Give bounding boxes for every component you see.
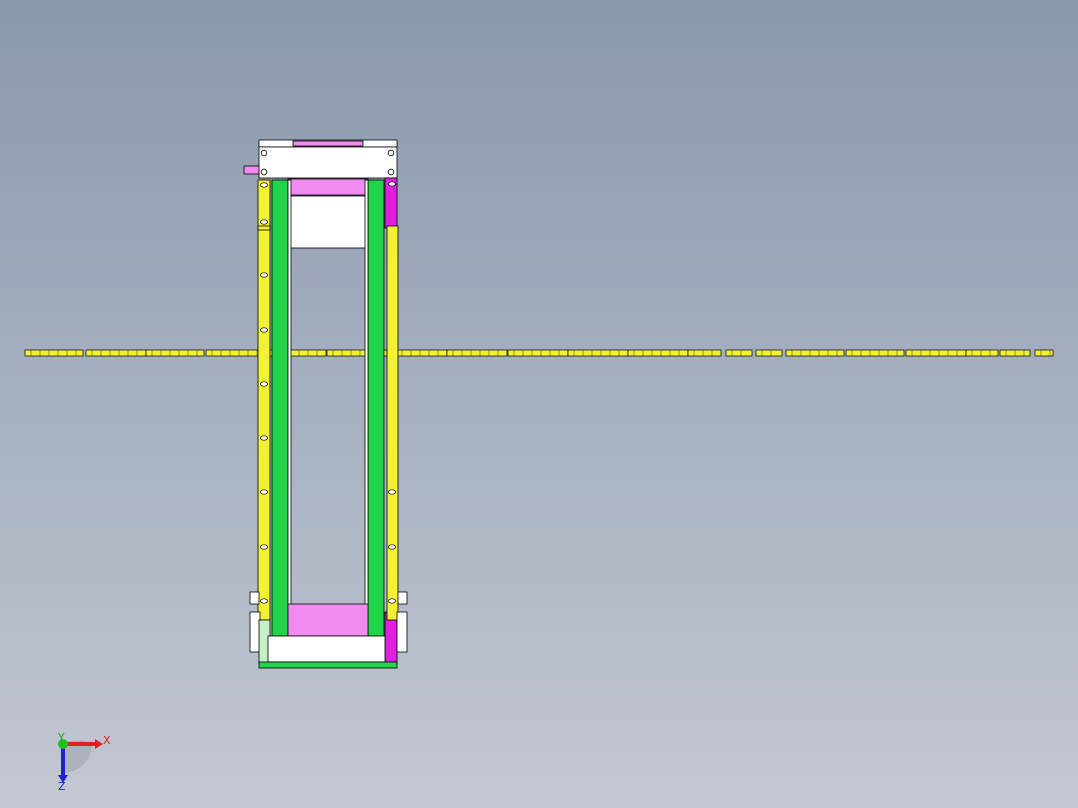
rail-segment[interactable] (1034, 349, 1054, 357)
right-belt-inner (364, 179, 369, 637)
rail-segment[interactable] (687, 349, 722, 357)
slot-hole-icon (388, 598, 396, 604)
slot-hole-icon (260, 182, 268, 188)
rail-segment[interactable] (785, 349, 845, 357)
conveyor-assembly[interactable] (243, 139, 408, 669)
right-belt[interactable] (367, 179, 385, 637)
left-frame-bevel (257, 225, 271, 231)
top-head-block[interactable] (258, 146, 398, 179)
slot-hole-icon (388, 489, 396, 495)
y-axis-label: Y (57, 731, 65, 744)
right-bottom-bracket[interactable] (396, 611, 408, 653)
drive-shaft-stub[interactable] (243, 165, 260, 175)
left-outer-frame[interactable] (257, 179, 271, 621)
z-axis-label: Z (58, 780, 66, 793)
rail-segment[interactable] (755, 349, 783, 357)
cad-canvas[interactable]: X Y Z (0, 0, 1078, 808)
rail-segment[interactable] (24, 349, 84, 357)
rail-segment[interactable] (845, 349, 905, 357)
rail-segment[interactable] (725, 349, 753, 357)
bottom-base-plate[interactable] (267, 635, 386, 663)
screw-icon (260, 168, 268, 176)
slot-hole-icon (388, 544, 396, 550)
bottom-green-strip[interactable] (258, 661, 398, 669)
slot-hole-icon (388, 181, 396, 187)
rail-segment[interactable] (145, 349, 205, 357)
slot-hole-icon (260, 544, 268, 550)
rail-segment[interactable] (205, 349, 265, 357)
graphics-viewport[interactable]: X Y Z (0, 0, 1078, 808)
left-bottom-bracket[interactable] (249, 611, 261, 653)
top-roller[interactable] (287, 178, 369, 196)
screw-icon (387, 149, 395, 157)
slot-hole-icon (260, 489, 268, 495)
right-bottom-bracket-upper[interactable] (397, 591, 408, 605)
slot-hole-icon (260, 272, 268, 278)
slot-hole-icon (260, 381, 268, 387)
screw-icon (387, 168, 395, 176)
screw-icon (260, 149, 268, 157)
bottom-roller[interactable] (287, 603, 369, 637)
slot-hole-icon (260, 327, 268, 333)
left-belt[interactable] (271, 179, 289, 637)
right-outer-frame[interactable] (386, 225, 399, 621)
motor-block[interactable] (289, 195, 369, 249)
slot-hole-icon (260, 598, 268, 604)
slot-hole-icon (260, 219, 268, 225)
slot-hole-icon (260, 435, 268, 441)
top-head-pink-strip (292, 140, 364, 147)
left-bottom-bracket-upper[interactable] (249, 591, 260, 605)
horizontal-rail[interactable] (24, 349, 1054, 357)
coordinate-triad-icon: X Y Z (57, 731, 111, 793)
x-axis-label: X (103, 734, 111, 747)
left-belt-inner (287, 179, 292, 637)
rail-segment[interactable] (965, 349, 999, 357)
